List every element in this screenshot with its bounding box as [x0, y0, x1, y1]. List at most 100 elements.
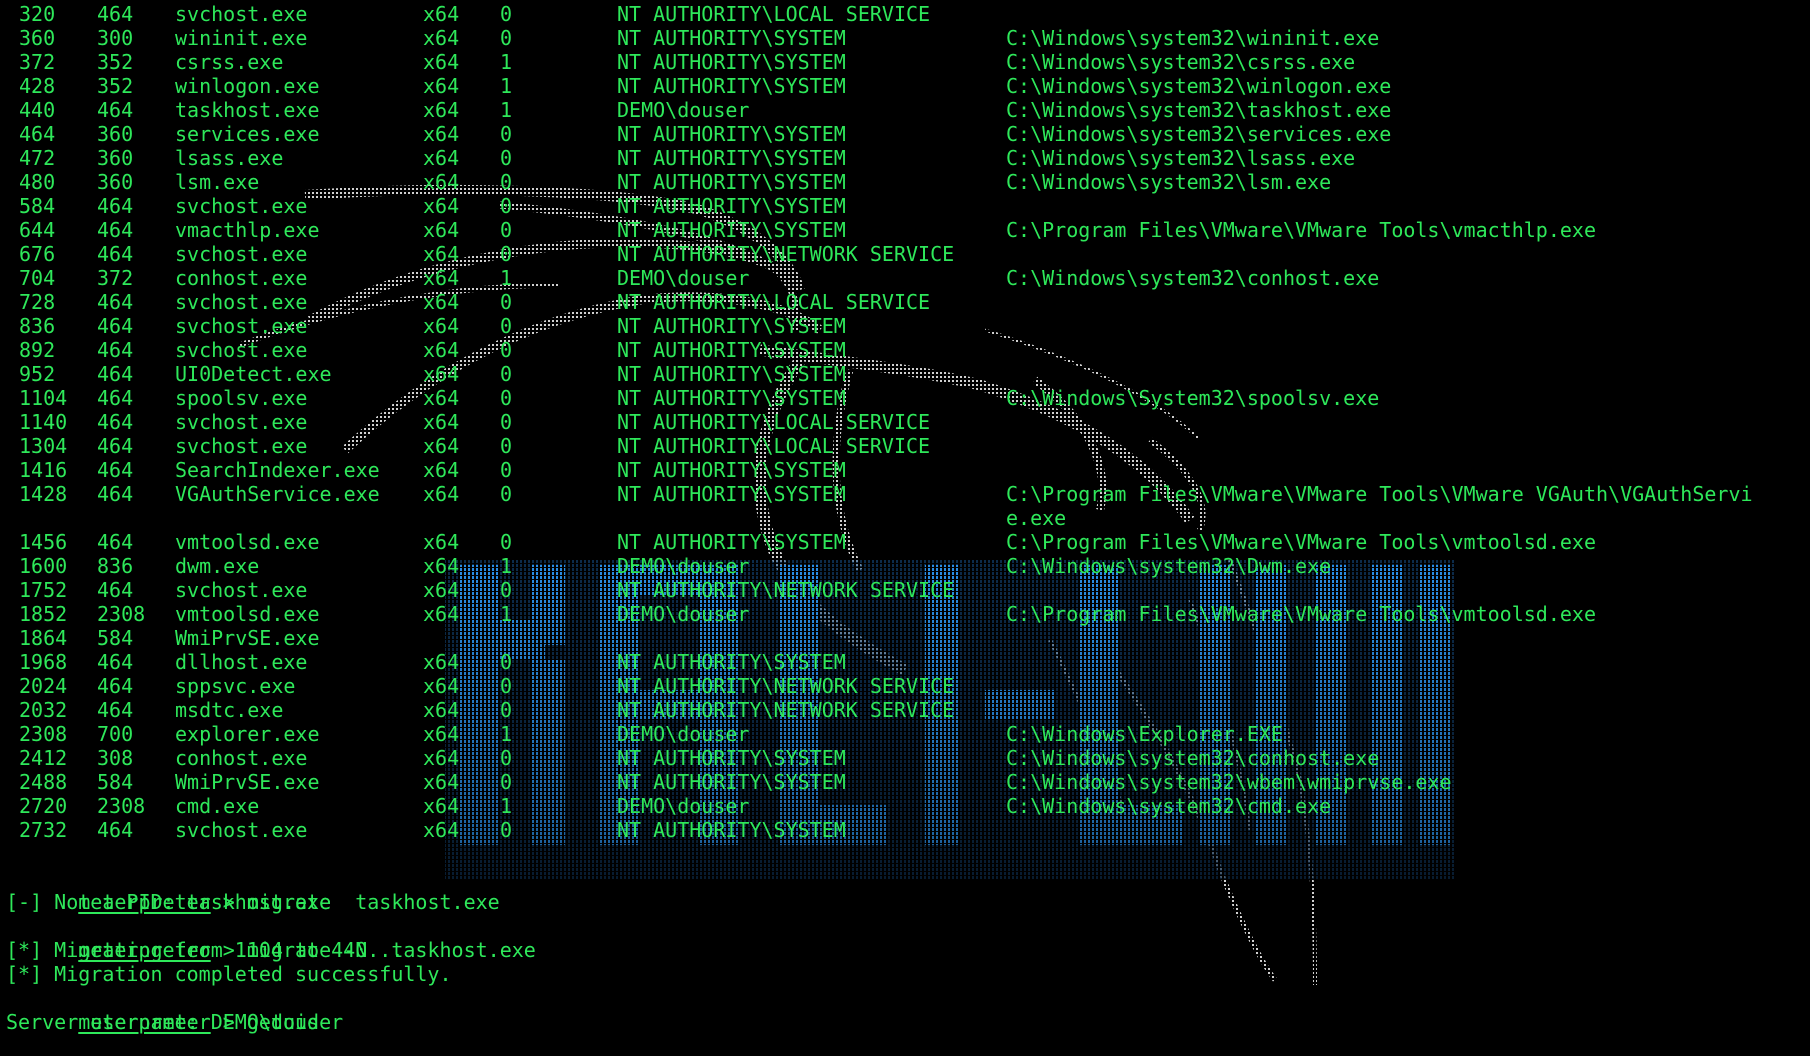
process-pid: 464	[19, 122, 56, 146]
process-pid: 892	[19, 338, 56, 362]
process-pid: 2720	[19, 794, 68, 818]
process-pid: 1968	[19, 650, 68, 674]
process-session: 0	[500, 194, 513, 218]
active-command-line[interactable]: meterpreter >	[6, 1034, 251, 1056]
process-name: svchost.exe	[175, 242, 308, 266]
process-arch: x64	[423, 194, 460, 218]
process-session: 0	[500, 170, 513, 194]
process-user: DEMO\douser	[617, 602, 750, 626]
process-path: C:\Windows\Explorer.EXE	[1006, 722, 1283, 746]
process-name: winlogon.exe	[175, 74, 320, 98]
process-ppid: 360	[97, 146, 134, 170]
process-session: 1	[500, 50, 513, 74]
process-name: cmd.exe	[175, 794, 260, 818]
process-ppid: 2308	[97, 602, 146, 626]
process-session: 1	[500, 74, 513, 98]
process-session: 0	[500, 146, 513, 170]
process-user: NT AUTHORITY\SYSTEM	[617, 362, 846, 386]
process-path: C:\Program Files\VMware\VMware Tools\VMw…	[1006, 482, 1753, 506]
process-ppid: 464	[97, 698, 134, 722]
process-arch: x64	[423, 386, 460, 410]
process-user: DEMO\douser	[617, 98, 750, 122]
process-name: msdtc.exe	[175, 698, 284, 722]
terminal-window[interactable]: 320 464 svchost.exe x64 0 NT AUTHORITY\LOCAL …	[0, 0, 1810, 1056]
process-arch: x64	[423, 290, 460, 314]
process-name: SearchIndexer.exe	[175, 458, 380, 482]
process-arch: x64	[423, 650, 460, 674]
process-ppid: 464	[97, 314, 134, 338]
terminal-output: 320 464 svchost.exe x64 0 NT AUTHORITY\LOCAL …	[0, 0, 1810, 1056]
process-user: NT AUTHORITY\SYSTEM	[617, 818, 846, 842]
process-arch: x64	[423, 314, 460, 338]
process-name: svchost.exe	[175, 2, 308, 26]
process-arch: x64	[423, 98, 460, 122]
process-ppid: 360	[97, 122, 134, 146]
process-name: spoolsv.exe	[175, 386, 308, 410]
process-pid: 480	[19, 170, 56, 194]
output-line: Server username: DEMO\douser	[6, 1010, 344, 1034]
process-arch: x64	[423, 674, 460, 698]
process-session: 1	[500, 554, 513, 578]
process-path: C:\Windows\system32\csrss.exe	[1006, 50, 1356, 74]
process-name: vmtoolsd.exe	[175, 602, 320, 626]
process-arch: x64	[423, 818, 460, 842]
process-user: NT AUTHORITY\SYSTEM	[617, 50, 846, 74]
process-pid: 644	[19, 218, 56, 242]
process-user: NT AUTHORITY\SYSTEM	[617, 482, 846, 506]
process-session: 0	[500, 434, 513, 458]
process-pid: 2732	[19, 818, 68, 842]
process-user: NT AUTHORITY\SYSTEM	[617, 746, 846, 770]
process-user: DEMO\douser	[617, 722, 750, 746]
process-ppid: 584	[97, 770, 134, 794]
process-ppid: 464	[97, 410, 134, 434]
process-name: svchost.exe	[175, 434, 308, 458]
process-pid: 1852	[19, 602, 68, 626]
process-user: NT AUTHORITY\SYSTEM	[617, 170, 846, 194]
process-arch: x64	[423, 362, 460, 386]
process-pid: 472	[19, 146, 56, 170]
process-arch: x64	[423, 554, 460, 578]
process-session: 0	[500, 530, 513, 554]
process-pid: 440	[19, 98, 56, 122]
process-name: svchost.exe	[175, 578, 308, 602]
process-session: 1	[500, 722, 513, 746]
process-ppid: 2308	[97, 794, 146, 818]
process-pid: 1600	[19, 554, 68, 578]
process-arch: x64	[423, 578, 460, 602]
process-user: NT AUTHORITY\SYSTEM	[617, 26, 846, 50]
process-pid: 1752	[19, 578, 68, 602]
process-name: lsm.exe	[175, 170, 260, 194]
process-path: C:\Windows\system32\conhost.exe	[1006, 266, 1380, 290]
output-line: [-] Not a PID: taskhost.exe	[6, 890, 332, 914]
process-name: VGAuthService.exe	[175, 482, 380, 506]
process-pid: 704	[19, 266, 56, 290]
process-path: C:\Windows\system32\conhost.exe	[1006, 746, 1380, 770]
process-ppid: 352	[97, 74, 134, 98]
process-ppid: 464	[97, 290, 134, 314]
process-ppid: 464	[97, 362, 134, 386]
process-session: 0	[500, 818, 513, 842]
process-ppid: 464	[97, 674, 134, 698]
process-user: NT AUTHORITY\SYSTEM	[617, 314, 846, 338]
process-ppid: 464	[97, 98, 134, 122]
process-user: NT AUTHORITY\NETWORK SERVICE	[617, 674, 955, 698]
process-pid: 1428	[19, 482, 68, 506]
process-ppid: 464	[97, 338, 134, 362]
process-name: svchost.exe	[175, 338, 308, 362]
process-session: 0	[500, 698, 513, 722]
process-path: C:\Windows\system32\lsass.exe	[1006, 146, 1356, 170]
process-session: 0	[500, 746, 513, 770]
process-arch: x64	[423, 50, 460, 74]
process-user: NT AUTHORITY\SYSTEM	[617, 218, 846, 242]
process-arch: x64	[423, 338, 460, 362]
process-pid: 2412	[19, 746, 68, 770]
process-name: svchost.exe	[175, 314, 308, 338]
process-arch: x64	[423, 74, 460, 98]
process-user: NT AUTHORITY\SYSTEM	[617, 194, 846, 218]
process-path: C:\Windows\system32\wbem\wmiprvse.exe	[1006, 770, 1452, 794]
process-name: taskhost.exe	[175, 98, 320, 122]
process-ppid: 464	[97, 218, 134, 242]
command-line: meterpreter > getuid	[6, 986, 319, 1034]
process-name: dwm.exe	[175, 554, 260, 578]
process-ppid: 836	[97, 554, 134, 578]
